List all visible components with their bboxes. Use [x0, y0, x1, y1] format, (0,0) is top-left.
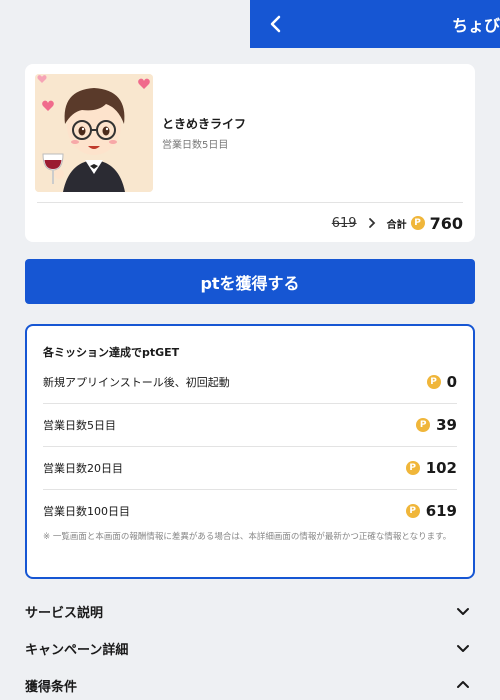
chevron-right-icon: [368, 218, 375, 228]
missions-panel: 各ミッション達成でptGET 新規アプリインストール後、初回起動 P0 営業日数…: [25, 324, 475, 579]
mission-points: 619: [425, 501, 457, 520]
get-points-button[interactable]: ptを獲得する: [25, 259, 475, 304]
disclaimer-note: ※ 一覧画面と本画面の報酬情報に差異がある場合は、本詳細画面の情報が最新かつ正確…: [43, 532, 452, 542]
total-label: 合計: [386, 219, 407, 231]
app-name: ときめきライフ: [162, 117, 247, 131]
app-subtitle: 営業日数5日目: [162, 140, 229, 151]
total-points: 760: [429, 213, 463, 233]
top-bar: ちょび: [250, 0, 500, 48]
mission-points: 39: [436, 415, 457, 434]
accordion-campaign-details[interactable]: キャンペーン詳細: [25, 633, 475, 663]
chevron-down-icon: [457, 645, 469, 652]
card-divider: [37, 202, 463, 203]
mission-label: 営業日数5日目: [43, 418, 116, 432]
back-arrow-icon[interactable]: [264, 12, 288, 36]
accordion-label: 獲得条件: [25, 679, 78, 695]
mission-label: 営業日数20日目: [43, 461, 123, 475]
app-thumbnail: [35, 74, 153, 192]
point-coin-icon: P: [410, 216, 425, 230]
mission-row: 新規アプリインストール後、初回起動 P0: [43, 360, 457, 403]
page-title: ちょび: [452, 16, 500, 35]
missions-title: 各ミッション達成でptGET: [43, 346, 180, 359]
mission-points: 0: [446, 372, 457, 391]
accordion-label: サービス説明: [25, 605, 104, 621]
mission-row: 営業日数100日目 P 619: [43, 489, 457, 532]
mission-row: 営業日数20日目 P 102: [43, 446, 457, 489]
point-coin-icon: P: [405, 460, 420, 475]
accordion-service-description[interactable]: サービス説明: [25, 596, 475, 626]
mission-points: 102: [425, 458, 457, 477]
point-coin-icon: P: [416, 417, 431, 432]
old-points: 619: [331, 215, 357, 231]
mission-row: 営業日数5日目 P 39: [43, 403, 457, 446]
chevron-down-icon: [457, 608, 469, 615]
character-illustration: [35, 74, 153, 192]
chevron-up-icon: [457, 681, 469, 688]
app-card: ときめきライフ 営業日数5日目 619 合計 P 760: [25, 64, 475, 242]
mission-label: 新規アプリインストール後、初回起動: [43, 375, 230, 389]
points-summary: 619 合計 P 760: [332, 212, 463, 234]
point-coin-icon: P: [405, 503, 420, 518]
point-coin-icon: P: [426, 374, 441, 389]
accordion-acquisition-conditions[interactable]: 獲得条件: [25, 670, 475, 700]
accordion-label: キャンペーン詳細: [25, 642, 129, 658]
mission-label: 営業日数100日目: [43, 504, 130, 518]
